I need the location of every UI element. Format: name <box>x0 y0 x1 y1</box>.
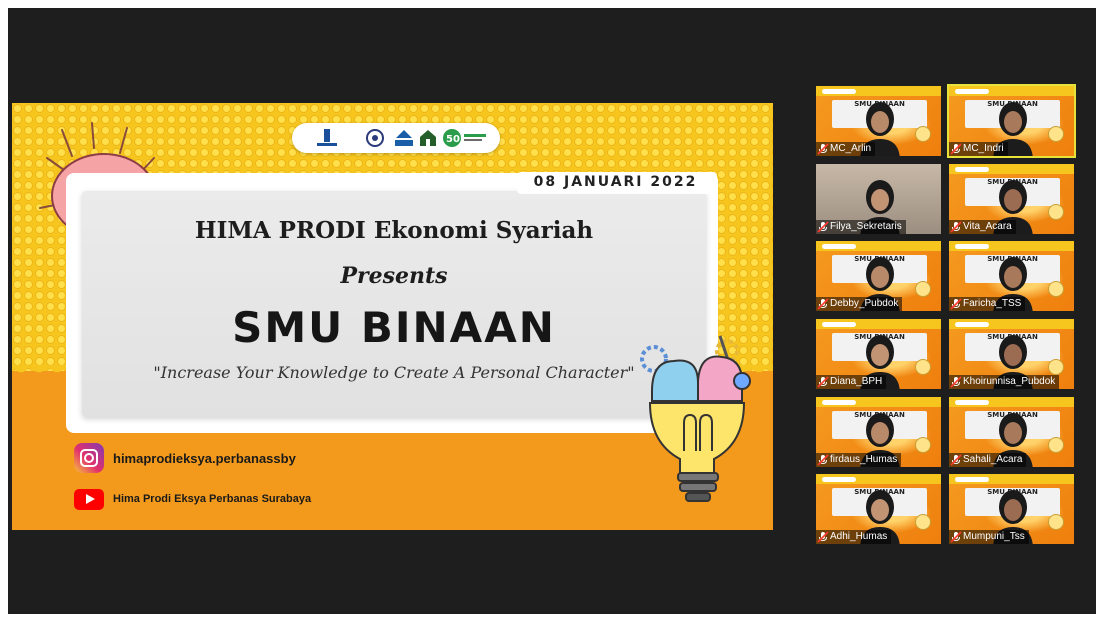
event-date: 08 JANUARI 2022 <box>533 174 698 190</box>
muted-mic-icon <box>950 143 962 155</box>
youtube-icon <box>74 488 104 510</box>
participant-name: MC_Arlin <box>830 143 872 154</box>
lightbulb-illustration <box>640 335 751 502</box>
event-tagline: "Increase Your Knowledge to Create A Per… <box>153 363 635 382</box>
participant-tile[interactable]: SMU BINAAN Sahali_Acara <box>949 397 1074 467</box>
shared-screen[interactable]: 50 08 JANUARI 2022 HIMA PRODI Ekonomi Sy… <box>12 103 773 530</box>
participant-name: Adhi_Humas <box>830 531 888 542</box>
participant-tile[interactable]: SMU BINAAN Debby_Pubdok <box>816 241 941 311</box>
participant-tile[interactable]: SMU BINAAN Khoirunnisa_Pubdok <box>949 319 1074 389</box>
muted-mic-icon <box>950 531 962 543</box>
participant-tile[interactable]: Filya_Sekretaris <box>816 164 941 234</box>
muted-mic-icon <box>817 298 829 310</box>
virtual-background-bulb <box>915 281 931 297</box>
instagram-icon <box>74 443 104 473</box>
participant-name-bar: Diana_BPH <box>816 375 887 389</box>
participant-name-bar: Mumpuni_Tss <box>949 530 1029 544</box>
50-anniversary-logo: 50 <box>443 129 486 147</box>
participant-name: Mumpuni_Tss <box>963 531 1025 542</box>
participant-name: Debby_Pubdok <box>830 298 899 309</box>
participant-name: firdaus_Humas <box>830 454 898 465</box>
participant-name-bar: MC_Indri <box>949 142 1008 156</box>
virtual-background-logos <box>955 167 989 172</box>
muted-mic-icon <box>817 221 829 233</box>
virtual-background-bulb <box>1048 281 1064 297</box>
participant-tile[interactable]: SMU BINAAN Vita_Acara <box>949 164 1074 234</box>
muted-mic-icon <box>950 221 962 233</box>
virtual-background-bulb <box>915 359 931 375</box>
muted-mic-icon <box>817 531 829 543</box>
instagram-handle: himaprodieksya.perbanassby <box>113 450 296 466</box>
muted-mic-icon <box>950 376 962 388</box>
participant-tile[interactable]: SMU BINAAN firdaus_Humas <box>816 397 941 467</box>
youtube-channel: Hima Prodi Eksya Perbanas Surabaya <box>113 493 312 505</box>
virtual-background-bulb <box>1048 204 1064 220</box>
participant-tile[interactable]: SMU BINAAN Mumpuni_Tss <box>949 474 1074 544</box>
muted-mic-icon <box>817 143 829 155</box>
participant-name-bar: Adhi_Humas <box>816 530 892 544</box>
virtual-background-bulb <box>915 437 931 453</box>
youtube-link[interactable]: Hima Prodi Eksya Perbanas Surabaya <box>74 484 311 514</box>
participant-name: Filya_Sekretaris <box>830 221 902 232</box>
virtual-background-bulb <box>915 514 931 530</box>
virtual-background-logos <box>822 322 856 327</box>
participant-tile[interactable]: SMU BINAAN MC_Indri <box>947 84 1076 158</box>
participant-name-bar: Vita_Acara <box>949 220 1016 234</box>
participant-name: Diana_BPH <box>830 376 883 387</box>
participant-tile[interactable]: SMU BINAAN Adhi_Humas <box>816 474 941 544</box>
sponsor-logo-strip: 50 <box>292 123 500 153</box>
universitas-logo <box>317 129 337 146</box>
participant-tile[interactable]: SMU BINAAN MC_Arlin <box>816 86 941 156</box>
muted-mic-icon <box>950 454 962 466</box>
meeting-window: 50 08 JANUARI 2022 HIMA PRODI Ekonomi Sy… <box>8 8 1096 614</box>
muted-mic-icon <box>950 298 962 310</box>
participant-name-bar: Debby_Pubdok <box>816 297 903 311</box>
participant-name-bar: MC_Arlin <box>816 142 876 156</box>
virtual-background-logos <box>955 477 989 482</box>
participant-name: Faricha_TSS <box>963 298 1022 309</box>
muted-mic-icon <box>817 454 829 466</box>
mosque-logo <box>420 130 436 146</box>
participant-name: Vita_Acara <box>963 221 1012 232</box>
participant-name: Khoirunnisa_Pubdok <box>963 376 1056 387</box>
virtual-background-bulb <box>1048 126 1064 142</box>
svg-text:50: 50 <box>446 134 460 145</box>
participant-name-bar: Filya_Sekretaris <box>816 220 906 234</box>
participant-name-bar: Faricha_TSS <box>949 297 1026 311</box>
participant-name: MC_Indri <box>963 143 1004 154</box>
virtual-background-logos <box>955 400 989 405</box>
virtual-background-logos <box>955 89 989 94</box>
organizer-line: HIMA PRODI Ekonomi Syariah <box>194 217 594 244</box>
participant-name: Sahali_Acara <box>963 454 1023 465</box>
virtual-background-logos <box>822 89 856 94</box>
virtual-background-bulb <box>1048 437 1064 453</box>
instagram-link[interactable]: himaprodieksya.perbanassby <box>74 443 296 473</box>
event-title: SMU BINAAN <box>232 303 556 352</box>
virtual-background-bulb <box>1048 514 1064 530</box>
presents-label: Presents <box>340 263 448 289</box>
virtual-background-bulb <box>915 126 931 142</box>
virtual-background-logos <box>822 400 856 405</box>
participant-name-bar: Khoirunnisa_Pubdok <box>949 375 1060 389</box>
participant-tile[interactable]: SMU BINAAN Diana_BPH <box>816 319 941 389</box>
virtual-background-logos <box>822 244 856 249</box>
participant-name-bar: Sahali_Acara <box>949 453 1027 467</box>
virtual-background-logos <box>955 322 989 327</box>
virtual-background-logos <box>822 477 856 482</box>
virtual-background-bulb <box>1048 359 1064 375</box>
fossei-logo <box>395 130 413 146</box>
virtual-background-logos <box>955 244 989 249</box>
muted-mic-icon <box>817 376 829 388</box>
hima-logo <box>366 129 384 147</box>
participant-name-bar: firdaus_Humas <box>816 453 902 467</box>
participant-tile[interactable]: SMU BINAAN Faricha_TSS <box>949 241 1074 311</box>
